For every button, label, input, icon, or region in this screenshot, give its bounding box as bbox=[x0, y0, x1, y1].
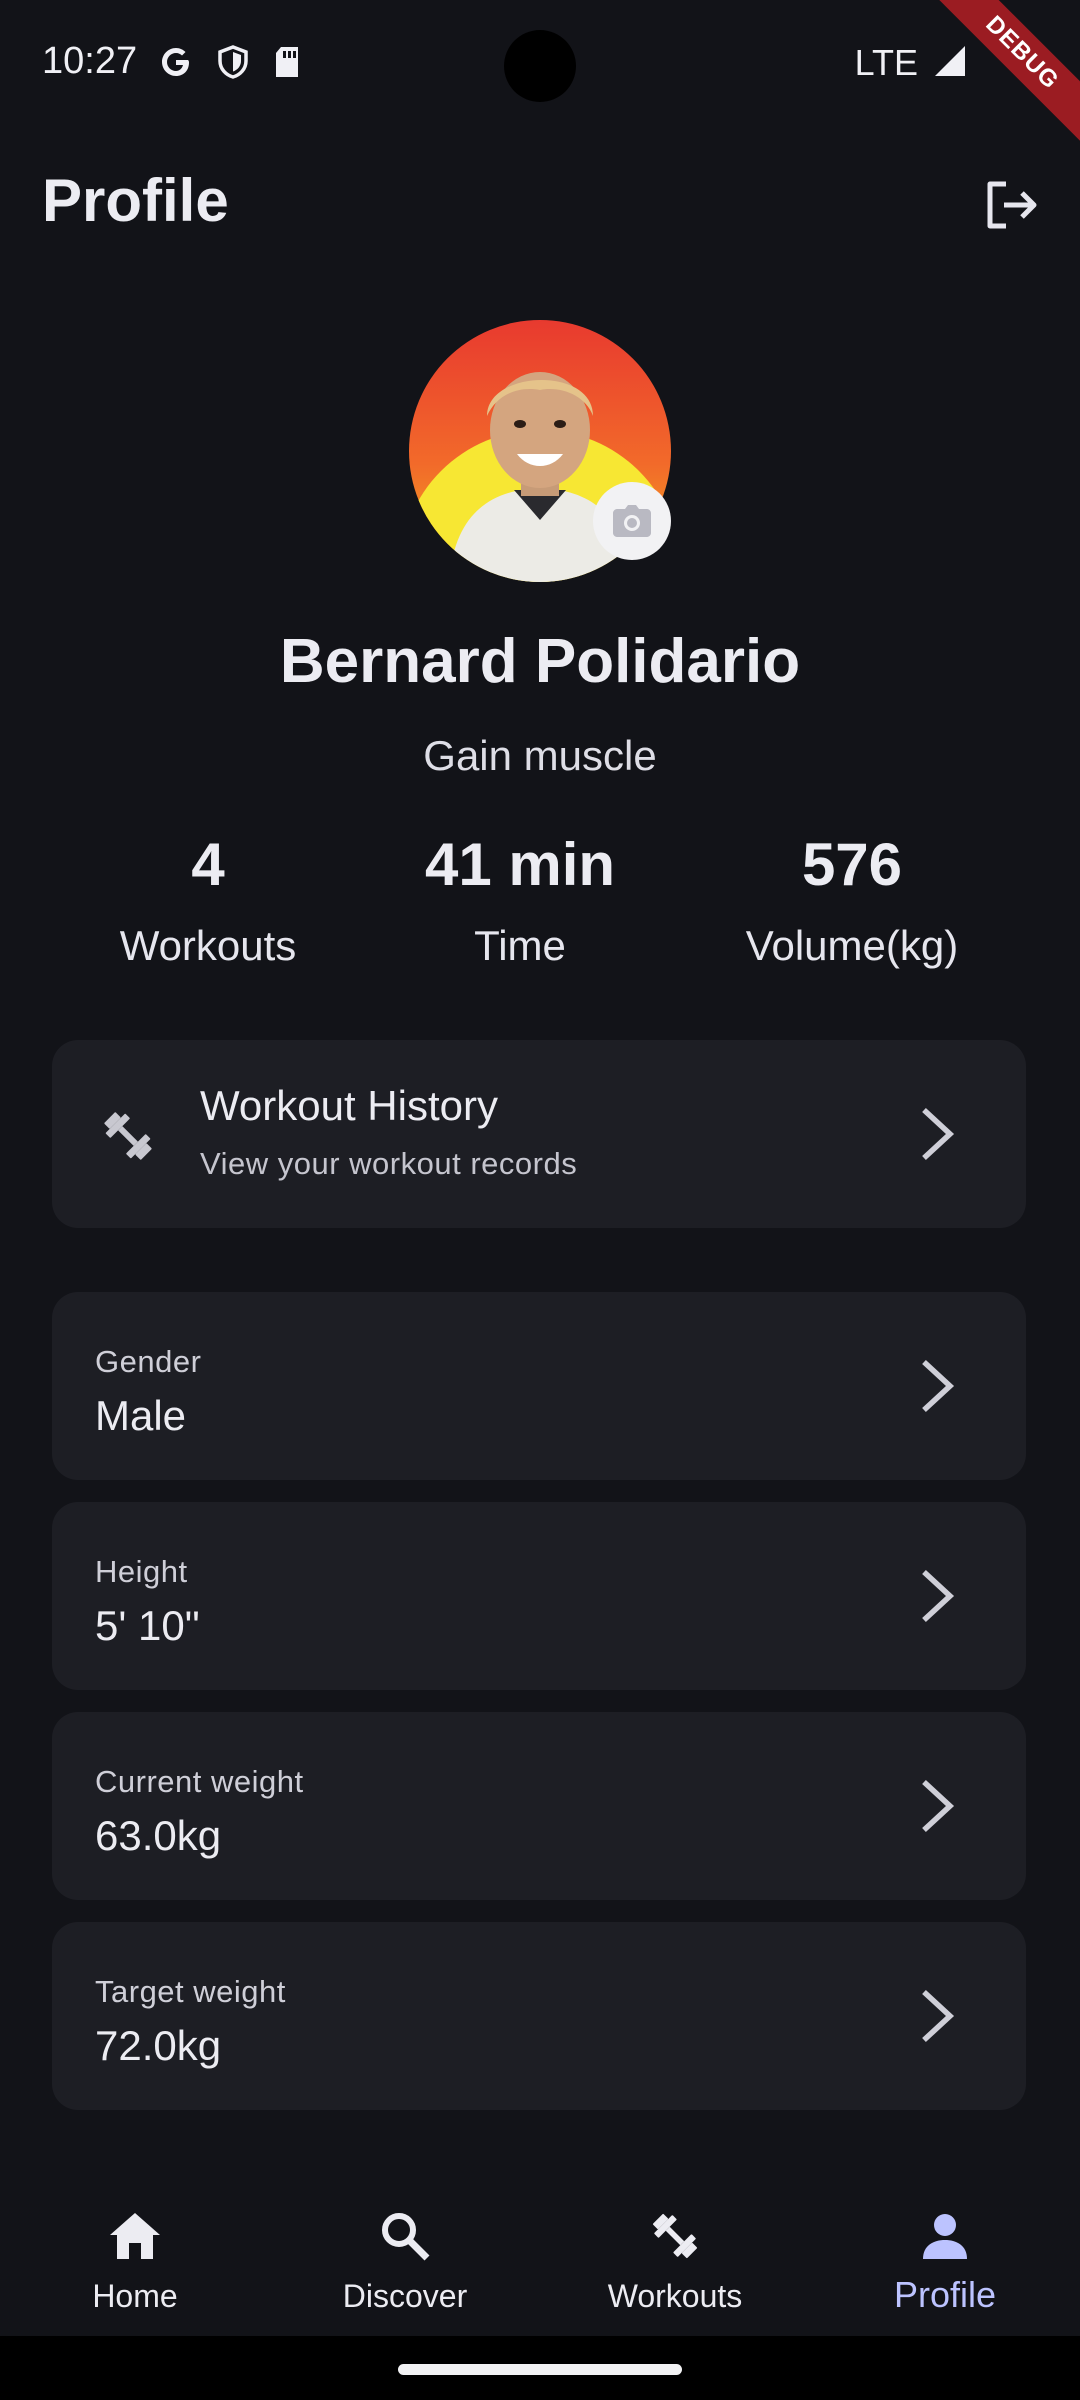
page-title: Profile bbox=[42, 167, 229, 234]
profile-screen: 10:27 LTE DEBUG Profile Bernard Polidari… bbox=[0, 0, 1080, 2400]
nav-label: Profile bbox=[893, 2274, 997, 2315]
network-type: LTE bbox=[854, 42, 918, 83]
history-subtitle: View your workout records bbox=[200, 1146, 578, 1181]
info-value: 72.0kg bbox=[95, 2022, 222, 2069]
chevron-right-icon bbox=[922, 1107, 955, 1161]
gesture-handle[interactable] bbox=[398, 2364, 682, 2375]
stat-time: 41 min Time bbox=[360, 830, 680, 970]
nav-discover[interactable]: Discover bbox=[285, 2208, 525, 2315]
home-icon bbox=[110, 2213, 160, 2259]
camera-cutout bbox=[504, 30, 576, 102]
stat-label: Volume(kg) bbox=[745, 922, 959, 969]
nav-workouts[interactable]: Workouts bbox=[555, 2208, 795, 2315]
chevron-right-icon bbox=[922, 1359, 955, 1413]
status-bar: 10:27 LTE DEBUG bbox=[0, 0, 1080, 153]
gender-card[interactable]: Gender Male bbox=[52, 1292, 1026, 1480]
chevron-right-icon bbox=[922, 1569, 955, 1623]
camera-icon bbox=[613, 505, 651, 537]
nav-label: Home bbox=[92, 2278, 178, 2314]
nav-home[interactable]: Home bbox=[15, 2208, 255, 2315]
person-icon bbox=[923, 2214, 967, 2259]
info-value: Male bbox=[95, 1392, 187, 1439]
dumbbell-icon bbox=[104, 1112, 152, 1160]
logout-icon bbox=[987, 181, 1037, 229]
shield-icon bbox=[216, 44, 250, 80]
current-weight-card[interactable]: Current weight 63.0kg bbox=[52, 1712, 1026, 1900]
avatar-container[interactable] bbox=[409, 320, 671, 582]
chevron-right-icon bbox=[922, 1989, 955, 2043]
stat-volume: 576 Volume(kg) bbox=[692, 830, 1012, 970]
info-label: Current weight bbox=[95, 1764, 304, 1799]
height-card[interactable]: Height 5' 10" bbox=[52, 1502, 1026, 1690]
history-title: Workout History bbox=[200, 1082, 498, 1129]
nav-label: Discover bbox=[342, 2278, 468, 2314]
google-icon bbox=[158, 44, 194, 80]
target-weight-card[interactable]: Target weight 72.0kg bbox=[52, 1922, 1026, 2110]
signal-icon bbox=[932, 43, 968, 84]
status-time: 10:27 bbox=[42, 40, 138, 82]
stat-value: 576 bbox=[801, 831, 903, 898]
change-photo-button[interactable] bbox=[593, 482, 671, 560]
sd-card-icon bbox=[272, 44, 302, 80]
search-icon bbox=[382, 2213, 430, 2261]
dumbbell-icon bbox=[652, 2213, 698, 2259]
bottom-navigation: Home Discover Workouts Profile bbox=[0, 2170, 1080, 2340]
info-value: 63.0kg bbox=[95, 1812, 222, 1859]
nav-label: Workouts bbox=[607, 2278, 743, 2314]
info-label: Gender bbox=[95, 1344, 202, 1379]
status-right: LTE bbox=[855, 42, 968, 84]
info-value: 5' 10" bbox=[95, 1602, 200, 1649]
stat-value: 41 min bbox=[424, 831, 616, 898]
stat-label: Time bbox=[474, 922, 566, 969]
status-icons bbox=[158, 44, 302, 80]
stat-label: Workouts bbox=[119, 922, 297, 969]
profile-goal: Gain muscle bbox=[423, 732, 657, 779]
profile-name: Bernard Polidario bbox=[279, 627, 801, 696]
chevron-right-icon bbox=[922, 1779, 955, 1833]
info-label: Height bbox=[95, 1554, 188, 1589]
nav-profile[interactable]: Profile bbox=[825, 2208, 1065, 2316]
workout-history-card[interactable]: Workout History View your workout record… bbox=[52, 1040, 1026, 1228]
stat-workouts: 4 Workouts bbox=[48, 830, 368, 970]
stat-value: 4 bbox=[191, 831, 225, 898]
info-label: Target weight bbox=[95, 1974, 286, 2009]
logout-button[interactable] bbox=[978, 172, 1044, 238]
